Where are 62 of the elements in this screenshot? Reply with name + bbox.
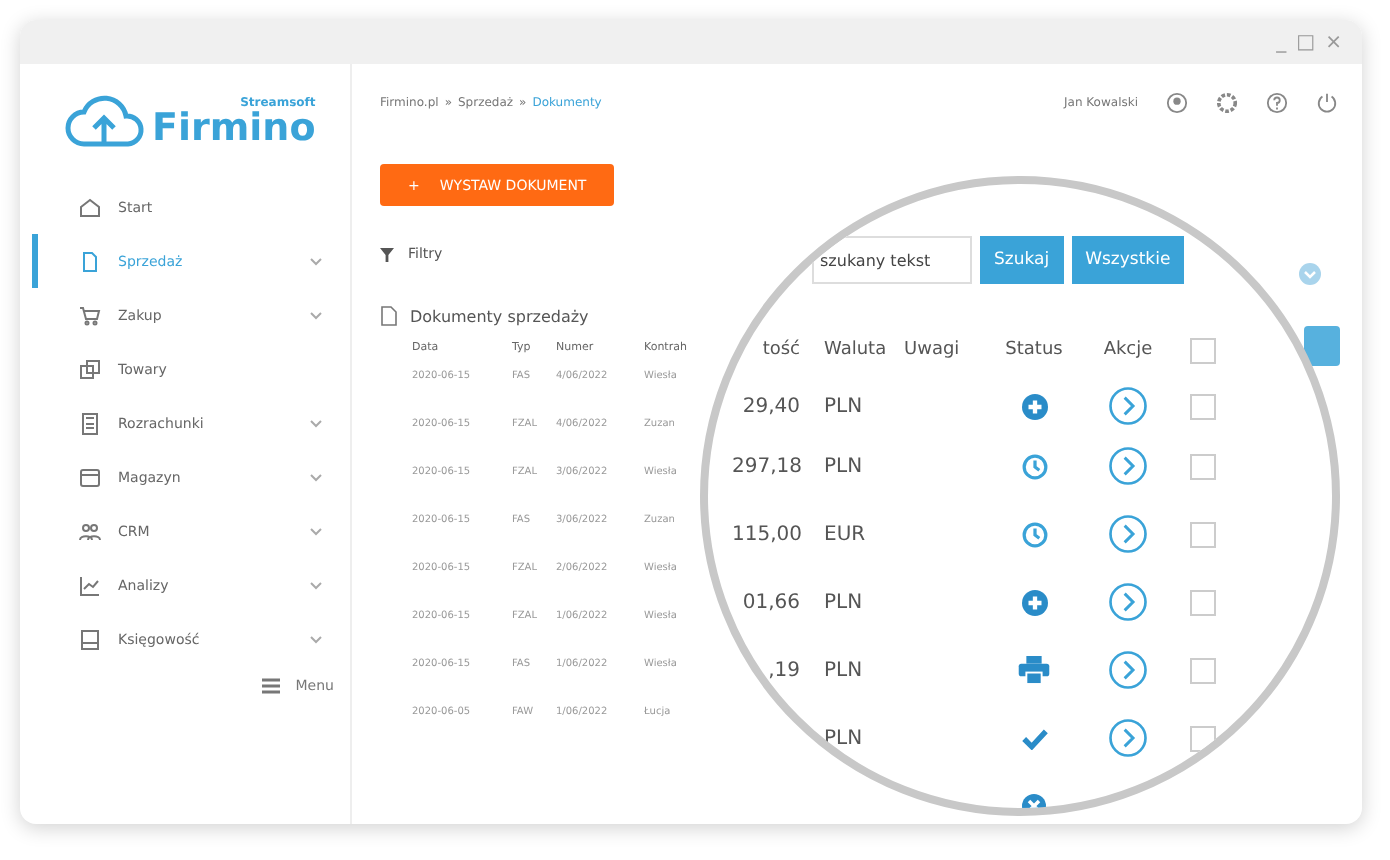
currency-cell-text: PLN (822, 591, 865, 613)
currency-cell-text: PLN (822, 395, 865, 417)
action-button[interactable] (1304, 326, 1340, 366)
calculator-icon (78, 411, 102, 435)
home-icon (78, 195, 102, 219)
row-checkbox[interactable] (1189, 657, 1215, 683)
arrow-right-icon[interactable] (1108, 514, 1148, 554)
window-control[interactable]: □ (1296, 31, 1316, 53)
currency-cell-text: EUR (822, 523, 868, 545)
search-button[interactable]: Wszystkie (1071, 236, 1185, 284)
amount-cell-text: 29,40 (740, 395, 800, 417)
user-icon[interactable] (1166, 91, 1188, 113)
column-header: tość (760, 340, 800, 360)
arrow-right-icon[interactable] (1108, 446, 1148, 486)
row-checkbox[interactable] (1189, 521, 1215, 547)
chevron-icon (310, 635, 322, 643)
currency-cell-text: PLN (822, 727, 865, 749)
people-icon (78, 519, 102, 543)
power-icon[interactable] (1316, 91, 1338, 113)
column-header: Uwagi (904, 340, 962, 360)
column-header: Akcje (1103, 340, 1153, 360)
amount-cell: 115,00 (732, 523, 800, 545)
section-title: Dokumenty sprzedaży (410, 307, 589, 325)
currency-cell-text: PLN (822, 659, 865, 681)
arrow-right-icon[interactable] (1108, 386, 1148, 426)
currency-cell-text: PLN (822, 455, 865, 477)
row-checkbox[interactable] (1189, 393, 1215, 419)
column-header: Waluta (822, 340, 889, 360)
row-checkbox[interactable] (1189, 589, 1215, 615)
chevron-icon (310, 419, 322, 427)
chevron-icon (310, 527, 322, 535)
search-field[interactable]: szukany tekst (812, 236, 972, 284)
chevron-icon (310, 473, 322, 481)
arrow-right-icon[interactable] (1108, 718, 1148, 758)
window-control[interactable]: × (1325, 31, 1342, 53)
document-icon (380, 306, 398, 326)
window-control[interactable]: _ (1276, 31, 1287, 53)
chevron-icon (310, 581, 322, 589)
filter-icon (380, 247, 394, 261)
chevron-icon (310, 311, 322, 319)
select-all-checkbox[interactable] (1189, 337, 1215, 363)
warehouse-icon (78, 465, 102, 489)
column-header: Status (1005, 340, 1063, 360)
help-icon[interactable] (1266, 91, 1288, 113)
arrow-right-icon[interactable] (1108, 650, 1148, 690)
boxes-icon (78, 357, 102, 381)
menu-icon (261, 678, 280, 694)
search-button[interactable]: Szukaj (980, 236, 1064, 284)
row-checkbox[interactable] (1189, 453, 1215, 479)
cart-icon (78, 303, 102, 327)
amount-cell: 297,18 (732, 455, 800, 477)
book-icon (78, 627, 102, 651)
cloud-icon (64, 94, 144, 150)
product-name: Firmino (152, 109, 316, 147)
chart-icon (78, 573, 102, 597)
row-checkbox[interactable] (1189, 725, 1215, 751)
amount-cell-text: ,19 (766, 659, 800, 681)
document-icon (78, 249, 102, 273)
amount-cell-text: 01,66 (740, 591, 800, 613)
chevron-down-icon[interactable] (1298, 262, 1322, 286)
arrow-right-icon[interactable] (1108, 582, 1148, 622)
chevron-icon (310, 257, 322, 265)
